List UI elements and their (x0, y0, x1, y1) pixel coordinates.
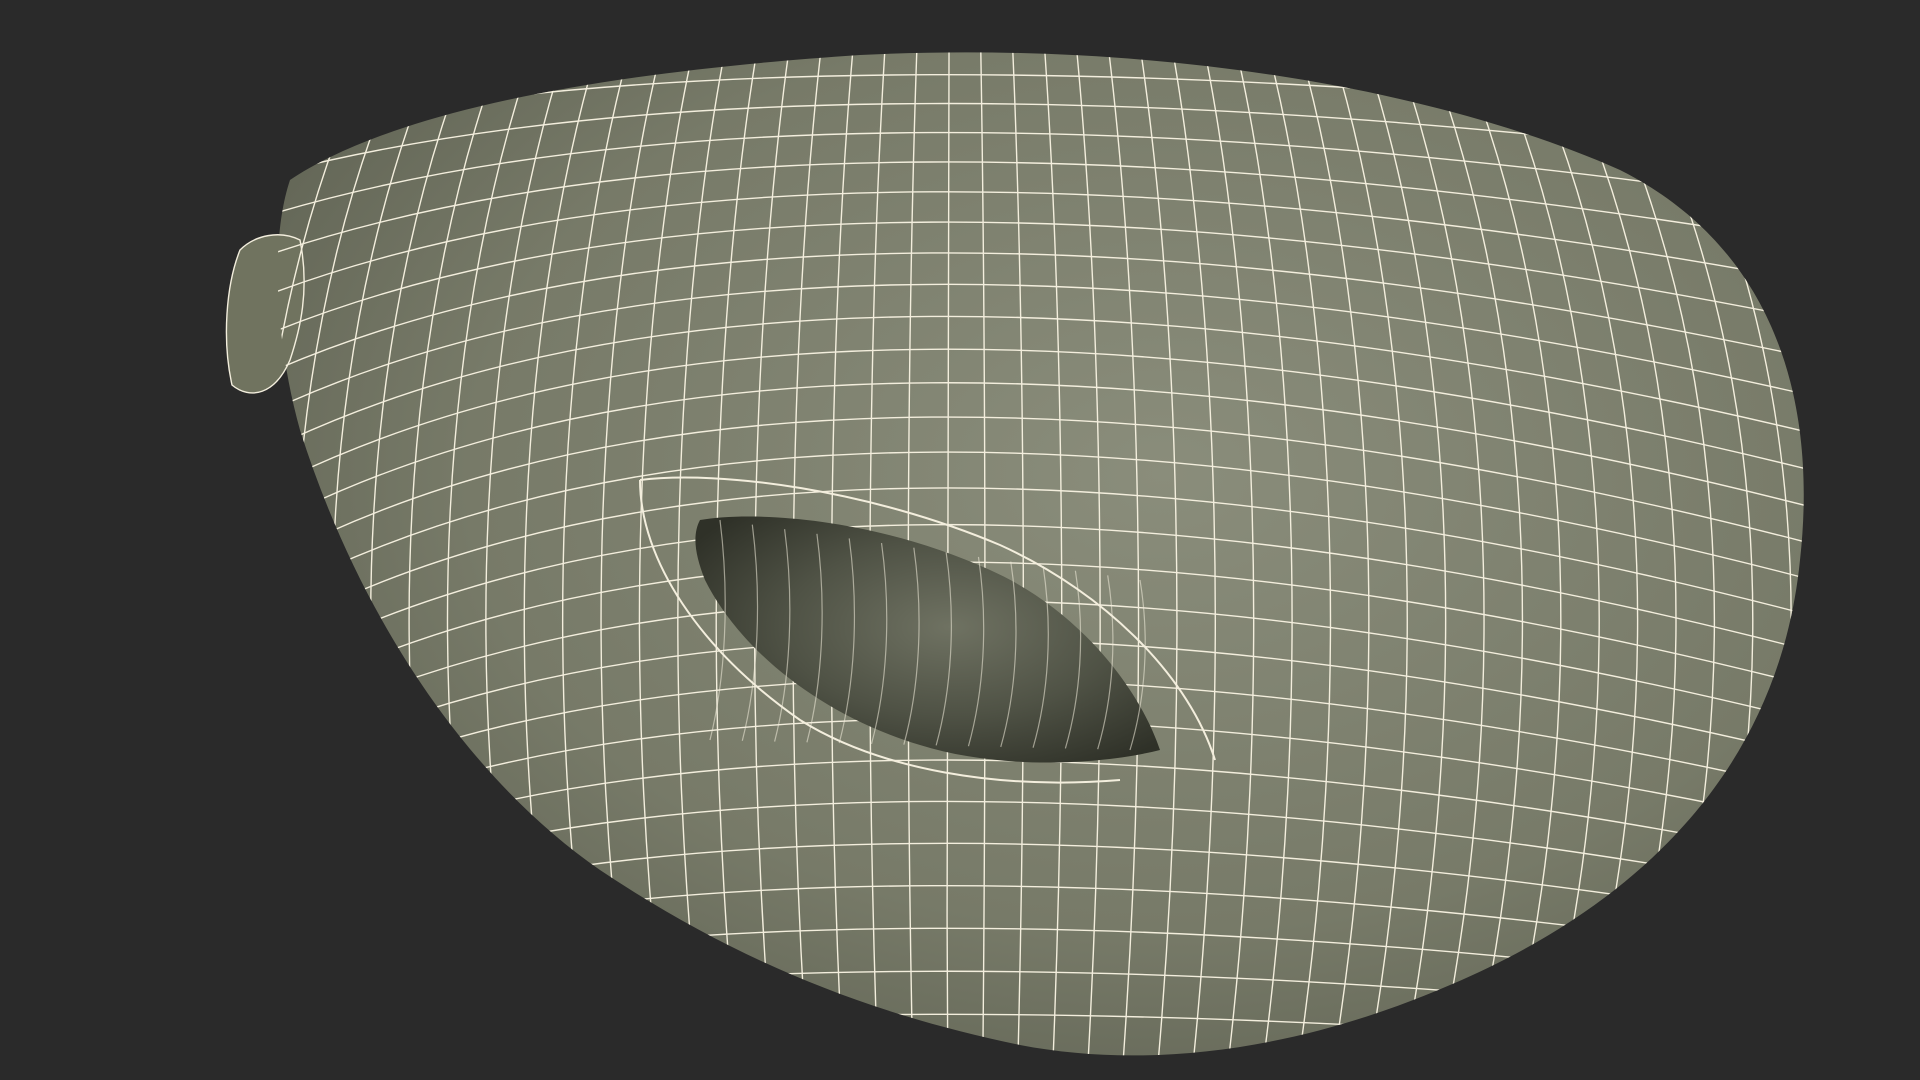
3d-viewport[interactable] (0, 0, 1920, 1080)
viewport-canvas (0, 0, 1920, 1080)
